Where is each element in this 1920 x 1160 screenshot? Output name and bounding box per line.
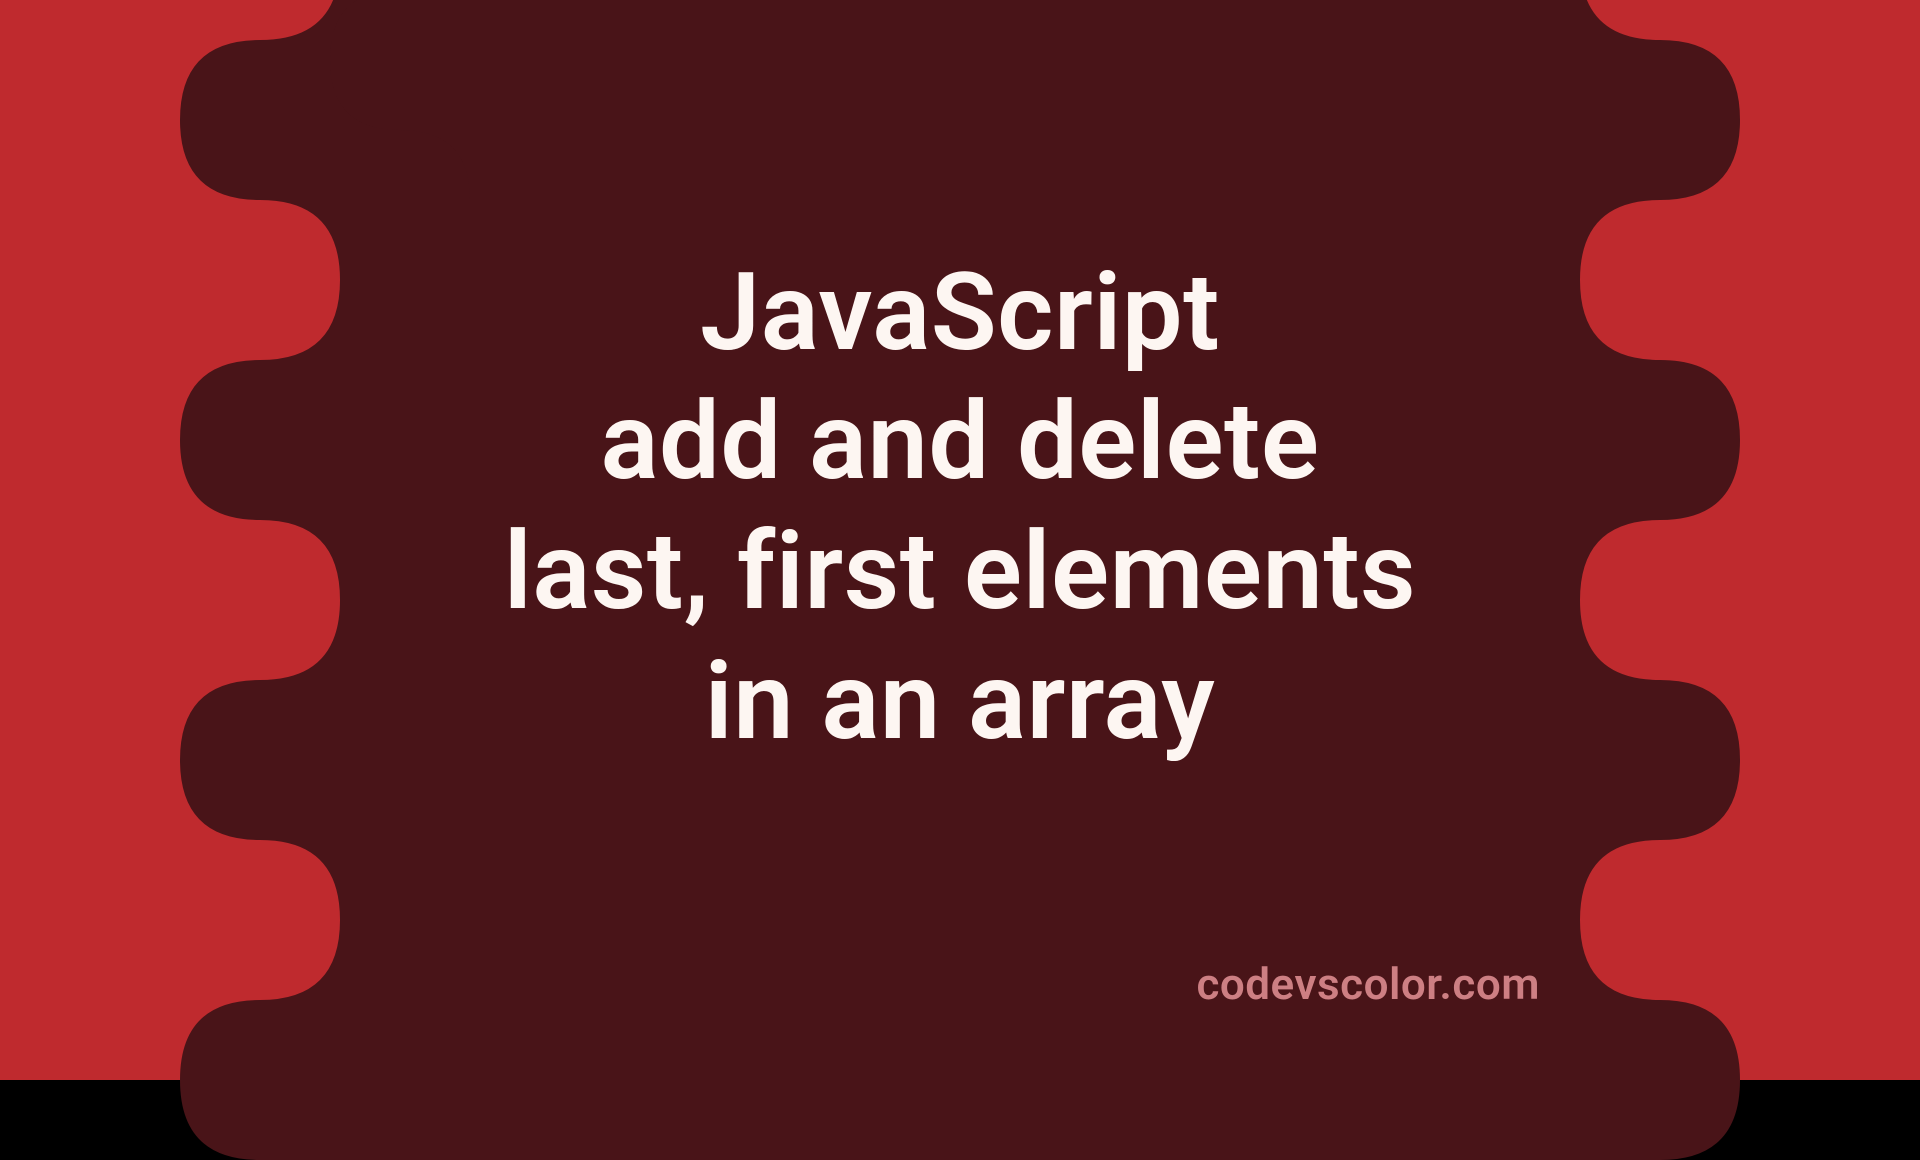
banner-content: JavaScript add and delete last, first el…: [0, 0, 1920, 1080]
watermark-text: codevscolor.com: [1196, 958, 1540, 1010]
promo-banner: JavaScript add and delete last, first el…: [0, 0, 1920, 1080]
banner-title: JavaScript add and delete last, first el…: [504, 249, 1416, 767]
